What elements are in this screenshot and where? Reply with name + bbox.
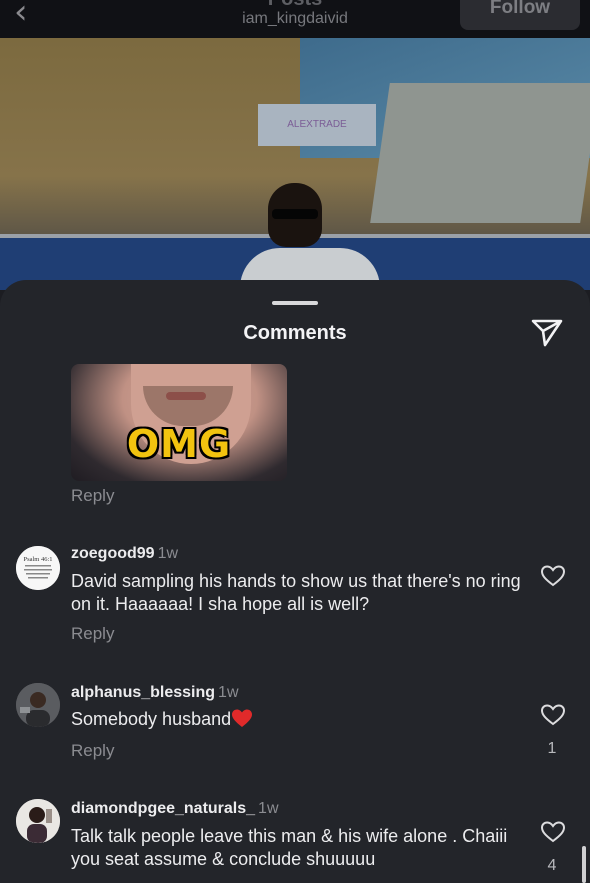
video-building: [370, 83, 590, 223]
like-count: 1: [547, 740, 557, 757]
post-video[interactable]: ALEXTRADE: [0, 38, 590, 290]
scrollbar[interactable]: [582, 846, 586, 883]
reply-button[interactable]: Reply: [71, 624, 114, 644]
like-heart-icon[interactable]: [540, 820, 566, 844]
avatar-photo: [16, 683, 60, 727]
avatar[interactable]: [16, 683, 60, 727]
comment-username[interactable]: diamondpgee_naturals_: [71, 800, 255, 817]
follow-button[interactable]: Follow: [460, 0, 580, 30]
avatar-photo: [16, 799, 60, 843]
comment-meta: zoegood99 1w: [71, 545, 178, 563]
video-sign: ALEXTRADE: [258, 104, 376, 146]
comment-username[interactable]: alphanus_blessing: [71, 684, 215, 701]
send-icon[interactable]: [530, 318, 564, 348]
comment-time: 1w: [157, 545, 179, 562]
red-heart-emoji-icon: [232, 709, 253, 727]
avatar-scripture-image: Psalm 46:1: [16, 546, 60, 590]
comment-time: 1w: [218, 684, 239, 701]
comment-text-body: Somebody husband: [71, 709, 232, 729]
top-bar: ‹ Posts iam_kingdaivid Follow: [0, 0, 590, 38]
reply-button[interactable]: Reply: [71, 741, 114, 761]
comment-text: Talk talk people leave this man & his wi…: [71, 826, 508, 869]
avatar-text: Psalm 46:1: [23, 556, 52, 563]
gif-image[interactable]: OMG: [71, 364, 287, 481]
like-heart-icon[interactable]: [540, 703, 566, 727]
comment-text: David sampling his hands to show us that…: [71, 571, 521, 614]
avatar[interactable]: Psalm 46:1: [16, 546, 60, 590]
like-count: 4: [547, 857, 557, 874]
gif-mouth: [166, 392, 206, 400]
drag-handle[interactable]: [272, 301, 318, 305]
comment-time: 1w: [258, 800, 279, 817]
comment-meta: diamondpgee_naturals_ 1w: [71, 800, 279, 818]
comments-sheet: Comments OMG Reply Psalm 46:1 zoegood99 1…: [0, 280, 590, 883]
gif-caption: OMG: [126, 422, 232, 466]
like-heart-icon[interactable]: [540, 564, 566, 588]
avatar[interactable]: [16, 799, 60, 843]
comment-username[interactable]: zoegood99: [71, 545, 155, 562]
comments-title: Comments: [243, 322, 347, 344]
video-person-sunglasses: [272, 209, 318, 219]
reply-button[interactable]: Reply: [71, 486, 114, 506]
comment-meta: alphanus_blessing 1w: [71, 684, 239, 702]
comment-text: Somebody husband: [71, 708, 526, 731]
